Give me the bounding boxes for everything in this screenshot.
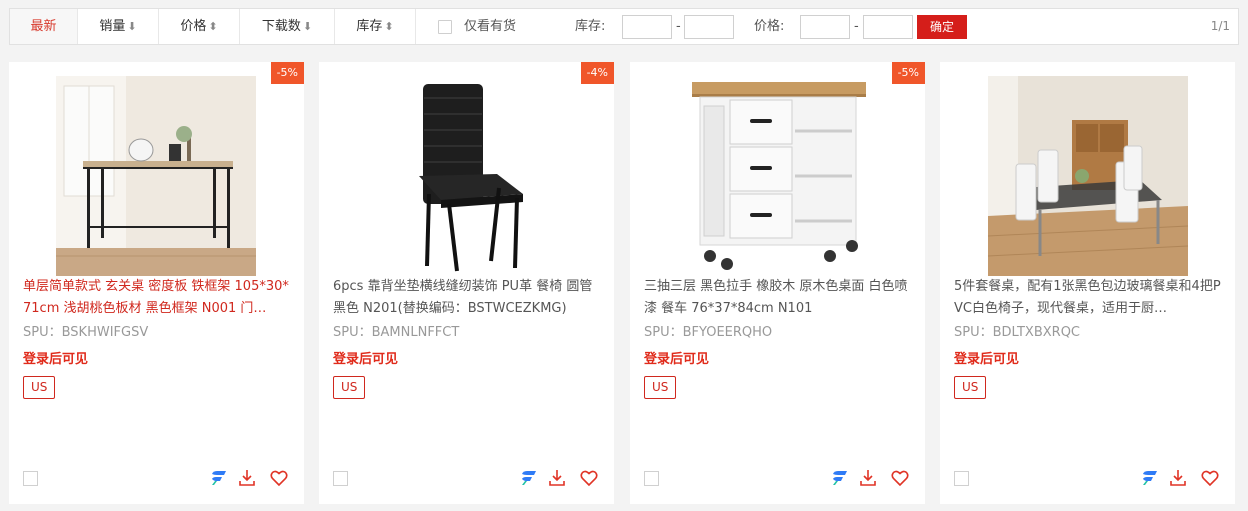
region-tag: US	[23, 376, 56, 399]
in-stock-checkbox[interactable]	[438, 20, 452, 34]
heart-icon[interactable]	[1200, 468, 1220, 488]
login-to-view-price[interactable]: 登录后可见	[333, 348, 398, 367]
sort-both-icon: ⬍	[384, 20, 394, 33]
product-title[interactable]: 单层简单款式 玄关桌 密度板 铁框架 105*30*71cm 浅胡桃色板材 黑色…	[23, 276, 293, 320]
brand-f-icon[interactable]	[830, 468, 850, 488]
arrow-down-icon: ⬇	[127, 20, 137, 33]
sort-label: 最新	[30, 19, 57, 34]
price-max-input[interactable]	[863, 15, 913, 39]
product-title[interactable]: 三抽三层 黑色拉手 橡胶木 原木色桌面 白色喷漆 餐车 76*37*84cm N…	[644, 276, 914, 320]
product-image[interactable]	[9, 76, 304, 276]
sort-newest[interactable]: 最新	[10, 9, 78, 44]
discount-badge: -5%	[891, 62, 925, 84]
arrow-down-icon: ⬇	[302, 20, 313, 33]
heart-icon[interactable]	[579, 468, 599, 488]
download-icon[interactable]	[547, 468, 567, 488]
login-to-view-price[interactable]: 登录后可见	[644, 348, 709, 367]
product-spu: SPU：BFYOEERQHO	[644, 325, 773, 340]
product-spu: SPU：BSKHWIFGSV	[23, 325, 149, 340]
product-card[interactable]: -5% 单层简单款式 玄关桌 密度板 铁框架 105*30*71cm 浅胡桃色板…	[9, 62, 304, 504]
sort-label: 下载数	[261, 19, 301, 34]
discount-badge: -5%	[270, 62, 304, 84]
product-title[interactable]: 6pcs 靠背坐垫横线缝纫装饰 PU革 餐椅 圆管 黑色 N201(替换编码：B…	[333, 276, 603, 320]
select-checkbox[interactable]	[333, 471, 348, 486]
download-icon[interactable]	[1168, 468, 1188, 488]
confirm-button[interactable]: 确定	[917, 15, 967, 39]
product-spu: SPU：BDLTXBXRQC	[954, 325, 1081, 340]
stock-filter-label: 库存:	[575, 19, 606, 34]
discount-badge: -4%	[580, 62, 614, 84]
product-image[interactable]	[319, 76, 614, 276]
product-card[interactable]: 5件套餐桌，配有1张黑色包边玻璃餐桌和4把PVC白色椅子，现代餐桌，适用于厨… …	[940, 62, 1235, 504]
sort-price[interactable]: 价格 ⬍	[159, 9, 240, 44]
range-dash: -	[676, 19, 681, 34]
brand-f-icon[interactable]	[1140, 468, 1160, 488]
heart-icon[interactable]	[269, 468, 289, 488]
login-to-view-price[interactable]: 登录后可见	[954, 348, 1019, 367]
select-checkbox[interactable]	[23, 471, 38, 486]
range-dash: -	[854, 19, 859, 34]
product-spu: SPU：BAMNLNFFCT	[333, 325, 460, 340]
region-tag: US	[644, 376, 677, 399]
stock-max-input[interactable]	[684, 15, 734, 39]
sort-label: 价格	[180, 19, 207, 34]
brand-f-icon[interactable]	[209, 468, 229, 488]
heart-icon[interactable]	[890, 468, 910, 488]
select-checkbox[interactable]	[954, 471, 969, 486]
brand-f-icon[interactable]	[519, 468, 539, 488]
product-card[interactable]: -4% 6pcs 靠背坐垫横线缝纫装饰 PU革 餐椅 圆管 黑色 N201(替换…	[319, 62, 614, 504]
filter-toolbar: 最新 销量 ⬇ 价格 ⬍ 下载数 ⬇ 库存 ⬍ 仅看有货 库存: - 价格: - 确定 …	[9, 8, 1239, 45]
product-image[interactable]	[630, 76, 925, 276]
download-icon[interactable]	[237, 468, 257, 488]
download-icon[interactable]	[858, 468, 878, 488]
sort-label: 销量	[99, 19, 126, 34]
product-card[interactable]: -5% 三抽三层 黑色拉手 橡胶木 原木色桌面 白色喷漆 餐车 76*37*84…	[630, 62, 925, 504]
in-stock-label: 仅看有货	[464, 19, 517, 34]
sort-sales[interactable]: 销量 ⬇	[78, 9, 159, 44]
price-min-input[interactable]	[800, 15, 850, 39]
select-checkbox[interactable]	[644, 471, 659, 486]
product-image[interactable]	[940, 76, 1235, 276]
sort-downloads[interactable]: 下载数 ⬇	[240, 9, 335, 44]
region-tag: US	[333, 376, 366, 399]
sort-label: 库存	[356, 19, 383, 34]
price-filter-label: 价格:	[754, 19, 785, 34]
sort-both-icon: ⬍	[208, 20, 218, 33]
sort-stock[interactable]: 库存 ⬍	[335, 9, 416, 44]
page-indicator: 1/1	[1210, 19, 1230, 33]
product-title[interactable]: 5件套餐桌，配有1张黑色包边玻璃餐桌和4把PVC白色椅子，现代餐桌，适用于厨…	[954, 276, 1224, 320]
region-tag: US	[954, 376, 987, 399]
stock-min-input[interactable]	[622, 15, 672, 39]
login-to-view-price[interactable]: 登录后可见	[23, 348, 88, 367]
